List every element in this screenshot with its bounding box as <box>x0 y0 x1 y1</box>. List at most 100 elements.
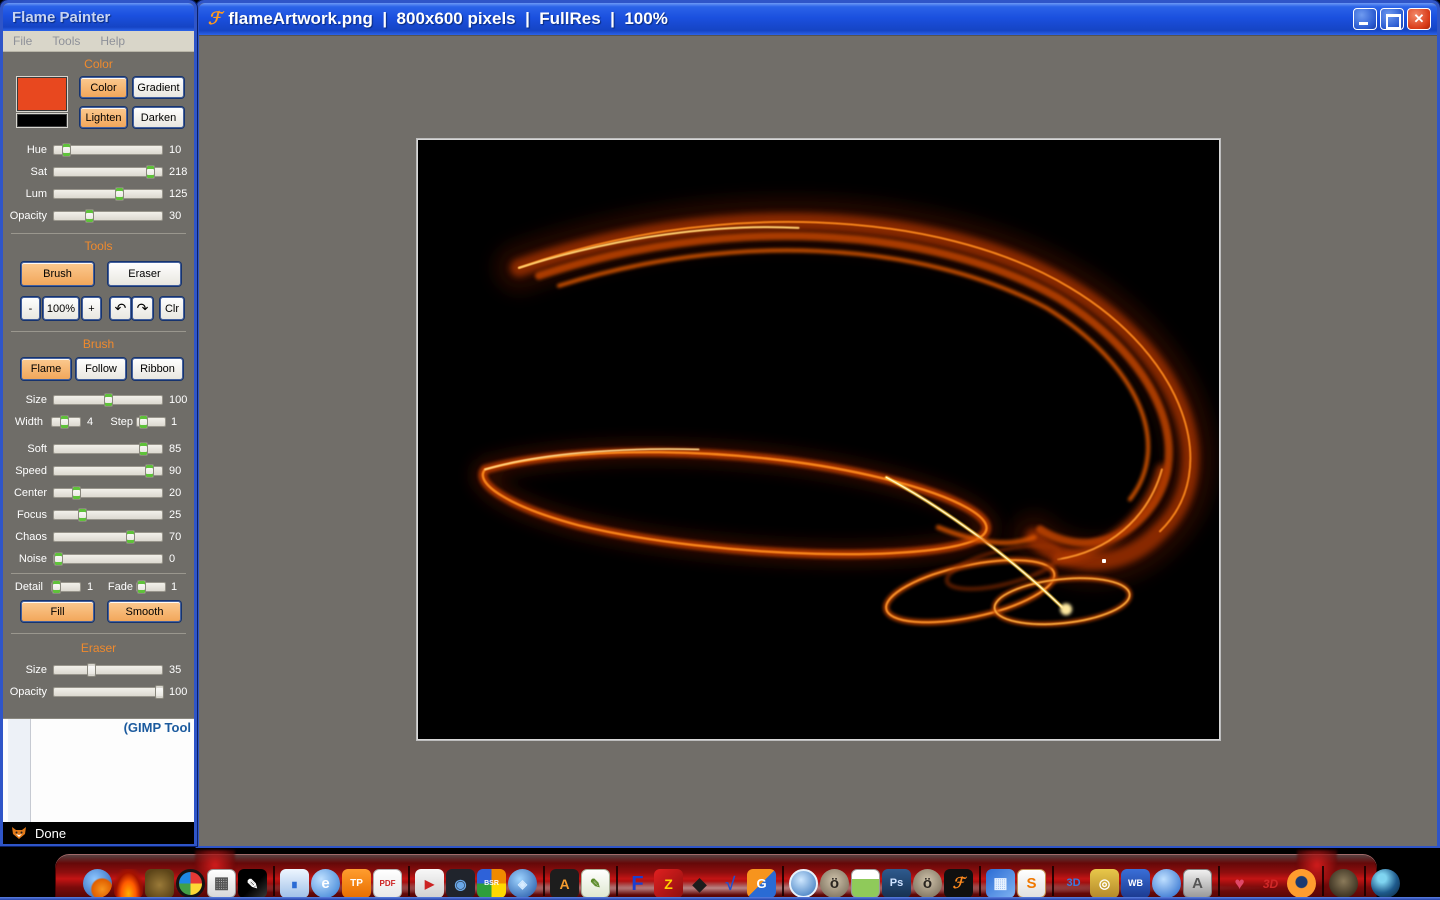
box-disc-icon[interactable]: ◎ <box>1090 869 1119 898</box>
lum-slider[interactable] <box>53 189 163 199</box>
sat-slider-thumb[interactable] <box>146 165 155 179</box>
opacity-slider[interactable] <box>53 211 163 221</box>
ribbon-brush-button[interactable]: Ribbon <box>132 358 183 380</box>
fade-slider[interactable] <box>136 582 166 592</box>
frog-icon[interactable] <box>145 869 174 898</box>
soft-slider[interactable] <box>53 444 163 454</box>
brush-tool-button[interactable]: Brush <box>21 262 94 286</box>
noise-slider[interactable] <box>53 554 163 564</box>
eraser-tool-button[interactable]: Eraser <box>108 262 181 286</box>
g-app-icon[interactable]: G <box>747 869 776 898</box>
zip-z-icon[interactable]: Z <box>654 869 683 898</box>
step-slider[interactable] <box>136 417 166 427</box>
menu-file[interactable]: File <box>13 34 32 48</box>
focus-slider[interactable] <box>53 510 163 520</box>
smooth-button[interactable]: Smooth <box>108 601 181 622</box>
notes-editor-icon[interactable]: ✎ <box>581 869 610 898</box>
f-app-icon[interactable]: F <box>623 869 652 898</box>
compass-orb-icon[interactable] <box>1371 869 1400 898</box>
magnifier-orb-icon[interactable] <box>789 869 818 898</box>
size-slider-thumb[interactable] <box>104 393 113 407</box>
menu-help[interactable]: Help <box>100 34 125 48</box>
photoshop-icon[interactable]: Ps <box>882 869 911 898</box>
opacity-slider-thumb[interactable] <box>85 209 94 223</box>
lum-slider-thumb[interactable] <box>115 187 124 201</box>
gimp-icon[interactable]: ö <box>820 869 849 898</box>
check-v-icon[interactable]: √ <box>716 869 745 898</box>
speed-slider-thumb[interactable] <box>145 464 154 478</box>
eraser-size-slider[interactable] <box>53 665 163 675</box>
fox-mascot-icon[interactable] <box>1329 869 1358 898</box>
heart-pen-icon[interactable]: ♥ <box>1225 869 1254 898</box>
focus-slider-thumb[interactable] <box>78 508 87 522</box>
bsr-recorder-icon[interactable]: BSR <box>477 869 506 898</box>
secondary-color-swatch[interactable] <box>17 114 67 127</box>
hue-slider-thumb[interactable] <box>62 143 71 157</box>
artrage-icon[interactable]: A <box>550 869 579 898</box>
flames-icon[interactable] <box>114 869 143 898</box>
lighten-button[interactable]: Lighten <box>80 107 127 128</box>
media-player-icon[interactable]: ▶ <box>415 869 444 898</box>
follow-brush-button[interactable]: Follow <box>76 358 126 380</box>
close-button[interactable]: ✕ <box>1407 8 1431 30</box>
eraser-opacity-slider[interactable] <box>53 687 163 697</box>
detail-slider[interactable] <box>51 582 81 592</box>
fill-button[interactable]: Fill <box>21 601 94 622</box>
browser-swoosh-icon[interactable]: e <box>311 869 340 898</box>
mosaic-icon[interactable]: ▦ <box>986 869 1015 898</box>
fade-slider-thumb[interactable] <box>137 580 146 594</box>
eraser-size-slider-thumb[interactable] <box>87 663 96 677</box>
pen-tablet-icon[interactable]: ✎ <box>238 869 267 898</box>
maximize-button[interactable] <box>1380 8 1404 30</box>
zoom-level-button[interactable]: 100% <box>43 297 79 320</box>
undo-button[interactable]: ↶ <box>110 297 131 320</box>
photo-viewer-icon[interactable] <box>851 869 880 898</box>
center-slider-thumb[interactable] <box>72 486 81 500</box>
soft-slider-thumb[interactable] <box>139 442 148 456</box>
center-slider[interactable] <box>53 488 163 498</box>
usb-device-icon[interactable]: ∎ <box>280 869 309 898</box>
zoom-in-button[interactable]: + <box>82 297 101 320</box>
film-reel-icon[interactable]: ◉ <box>446 869 475 898</box>
blender-icon[interactable] <box>1287 869 1316 898</box>
texture-tp-icon[interactable]: TP <box>342 869 371 898</box>
noise-slider-thumb[interactable] <box>54 552 63 566</box>
flame-painter-app-icon[interactable]: ℱ <box>944 869 973 898</box>
image-window-titlebar[interactable]: ℱ flameArtwork.png | 800x600 pixels | Fu… <box>199 3 1437 35</box>
chaos-slider-thumb[interactable] <box>126 530 135 544</box>
pdf-reader-icon[interactable]: PDF <box>373 869 402 898</box>
flame-brush-button[interactable]: Flame <box>21 358 71 380</box>
tool-window-titlebar[interactable]: Flame Painter <box>3 3 194 31</box>
color-wheel-icon[interactable] <box>176 869 205 898</box>
primary-color-swatch[interactable] <box>17 77 67 111</box>
clock-orb-icon[interactable] <box>1152 869 1181 898</box>
darken-button[interactable]: Darken <box>133 107 184 128</box>
threed-logo-icon[interactable]: 3D <box>1256 869 1285 898</box>
calculator-icon[interactable]: ▦ <box>207 869 236 898</box>
menu-tools[interactable]: Tools <box>52 34 80 48</box>
zoom-out-button[interactable]: - <box>21 297 40 320</box>
step-slider-thumb[interactable] <box>139 415 148 429</box>
color-mode-button[interactable]: Color <box>80 77 127 98</box>
sculptris-icon[interactable]: S <box>1017 869 1046 898</box>
wb-ftp-icon[interactable]: WB <box>1121 869 1150 898</box>
paint-canvas[interactable] <box>417 139 1220 740</box>
width-slider[interactable] <box>51 417 81 427</box>
firefox-icon[interactable] <box>83 869 112 898</box>
blue-globe-film-icon[interactable]: ◈ <box>508 869 537 898</box>
detail-slider-thumb[interactable] <box>52 580 61 594</box>
silver-a-icon[interactable]: A <box>1183 869 1212 898</box>
threed-wand-icon[interactable]: 3D <box>1059 869 1088 898</box>
speed-slider[interactable] <box>53 466 163 476</box>
chaos-slider[interactable] <box>53 532 163 542</box>
hue-slider[interactable] <box>53 145 163 155</box>
gradient-mode-button[interactable]: Gradient <box>133 77 184 98</box>
size-slider[interactable] <box>53 395 163 405</box>
sat-slider[interactable] <box>53 167 163 177</box>
clear-button[interactable]: Clr <box>160 297 184 320</box>
eraser-opacity-slider-thumb[interactable] <box>155 685 164 699</box>
inkscape-icon[interactable]: ◆ <box>685 869 714 898</box>
redo-button[interactable]: ↷ <box>132 297 153 320</box>
width-slider-thumb[interactable] <box>60 415 69 429</box>
minimize-button[interactable] <box>1353 8 1377 30</box>
